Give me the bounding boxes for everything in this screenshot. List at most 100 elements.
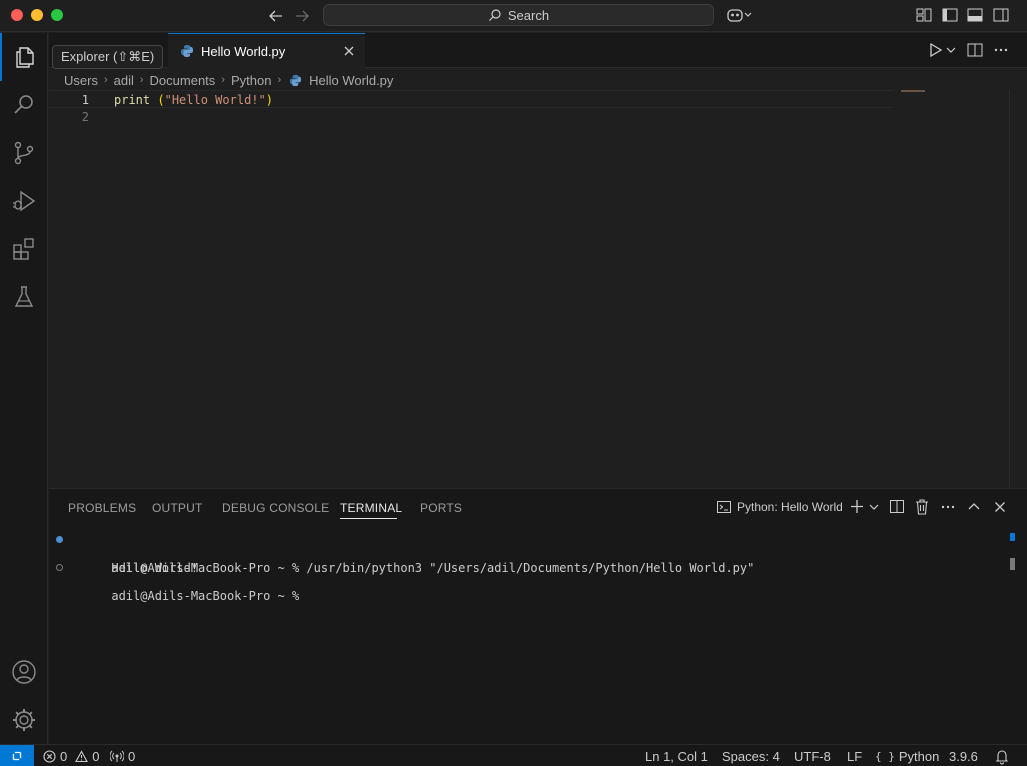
- search-icon: [14, 95, 33, 114]
- code-line: 1 print ("Hello World!"): [49, 90, 894, 108]
- active-tab-indicator: [340, 518, 397, 519]
- python-file-icon: [181, 45, 193, 57]
- more-actions-icon[interactable]: [992, 41, 1010, 59]
- eol-status[interactable]: LF: [847, 747, 862, 765]
- files-icon: [16, 47, 34, 68]
- search-icon: [488, 9, 501, 21]
- source-control-button[interactable]: [0, 129, 48, 177]
- language-label: Python: [898, 748, 940, 764]
- tab-ports[interactable]: PORTS: [420, 501, 462, 515]
- python-interpreter[interactable]: 3.9.6: [949, 747, 978, 765]
- more-actions-icon[interactable]: [940, 497, 956, 517]
- close-icon[interactable]: [341, 43, 357, 59]
- terminal-output[interactable]: adil@Adils-MacBook-Pro ~ % /usr/bin/pyth…: [56, 533, 754, 603]
- editor-scrollbar[interactable]: [1009, 90, 1023, 488]
- terminal-selector[interactable]: Python: Hello World: [716, 497, 843, 517]
- code-text: print ("Hello World!"): [114, 91, 273, 109]
- line-number: 2: [81, 110, 89, 124]
- tab-terminal[interactable]: TERMINAL: [340, 501, 402, 515]
- explorer-button[interactable]: [0, 33, 48, 81]
- run-python-file-icon[interactable]: [926, 41, 944, 59]
- error-icon: [43, 749, 56, 763]
- terminal-line: Hello World!: [68, 547, 754, 575]
- tab-hello-world[interactable]: Hello World.py: [168, 33, 365, 68]
- command-decoration-icon[interactable]: [56, 536, 63, 543]
- minimap[interactable]: [901, 90, 925, 92]
- split-terminal-icon[interactable]: [889, 497, 905, 517]
- editor-tabs-bar: Hello World.py: [49, 33, 1027, 68]
- braces-icon: { }: [875, 749, 895, 763]
- breadcrumb: Users › adil › Documents › Python › Hell…: [64, 70, 393, 90]
- activity-bar: [0, 33, 48, 744]
- chevron-right-icon: ›: [221, 74, 225, 86]
- minimize-window-button[interactable]: [31, 9, 43, 21]
- tab-problems[interactable]: PROBLEMS: [68, 501, 136, 515]
- close-window-button[interactable]: [11, 9, 23, 21]
- error-count: 0: [60, 748, 68, 764]
- terminal-line: adil@Adils-MacBook-Pro ~ %: [56, 561, 754, 603]
- code-token: "Hello World!": [164, 93, 266, 107]
- accounts-button[interactable]: [0, 648, 48, 696]
- toggle-secondary-sidebar-icon[interactable]: [992, 6, 1010, 24]
- code-token: ): [265, 93, 273, 107]
- remote-icon: [12, 751, 22, 761]
- tab-output[interactable]: OUTPUT: [152, 501, 203, 515]
- chevron-up-icon[interactable]: [966, 497, 982, 517]
- copilot-icon[interactable]: [726, 6, 752, 24]
- bell-icon[interactable]: [995, 747, 1009, 765]
- close-icon[interactable]: [992, 497, 1008, 517]
- forwarded-ports-status[interactable]: 0: [110, 747, 135, 765]
- testing-button[interactable]: [0, 273, 48, 321]
- customize-layout-icon[interactable]: [915, 6, 933, 24]
- broadcast-icon: [110, 750, 124, 762]
- warning-icon: [75, 749, 89, 762]
- breadcrumb-item[interactable]: Hello World.py: [309, 73, 393, 88]
- run-and-debug-button[interactable]: [0, 177, 48, 225]
- breadcrumb-item[interactable]: adil: [114, 73, 134, 88]
- code-editor[interactable]: 1 print ("Hello World!") 2: [49, 90, 1027, 488]
- tab-debug-console[interactable]: DEBUG CONSOLE: [222, 501, 329, 515]
- toggle-panel-icon[interactable]: [966, 6, 984, 24]
- chevron-right-icon: ›: [139, 74, 144, 86]
- manage-button[interactable]: [0, 696, 48, 744]
- chevron-down-icon[interactable]: [868, 497, 880, 517]
- source-control-icon: [14, 141, 34, 165]
- title-bar: Search: [0, 0, 1027, 32]
- encoding-status[interactable]: UTF-8: [794, 747, 831, 765]
- maximize-window-button[interactable]: [51, 9, 63, 21]
- breadcrumb-item[interactable]: Documents: [150, 73, 216, 88]
- breadcrumb-item[interactable]: Python: [231, 73, 271, 88]
- code-line: 2: [49, 108, 894, 126]
- run-debug-icon: [13, 190, 36, 212]
- extensions-button[interactable]: [0, 225, 48, 273]
- ports-count: 0: [128, 748, 136, 764]
- terminal-line: adil@Adils-MacBook-Pro ~ % /usr/bin/pyth…: [56, 533, 754, 575]
- search-label: Search: [507, 7, 550, 23]
- terminal-icon: [717, 501, 731, 513]
- trash-icon[interactable]: [914, 497, 930, 517]
- account-icon: [12, 660, 36, 684]
- code-token: (: [157, 93, 165, 107]
- arrow-left-icon[interactable]: [266, 6, 286, 26]
- remote-indicator[interactable]: [0, 745, 34, 766]
- command-center-search[interactable]: Search: [323, 4, 714, 26]
- plus-icon[interactable]: [849, 497, 865, 517]
- command-decoration-icon[interactable]: [56, 564, 63, 571]
- split-editor-icon[interactable]: [966, 41, 984, 59]
- breadcrumb-item[interactable]: Users: [64, 73, 98, 88]
- terminal-line-text: adil@Adils-MacBook-Pro ~ %: [111, 589, 307, 603]
- arrow-right-icon[interactable]: [292, 6, 312, 26]
- chevron-down-icon[interactable]: [945, 41, 957, 59]
- terminal-name: Python: Hello World: [737, 500, 843, 514]
- indentation-status[interactable]: Spaces: 4: [722, 747, 780, 765]
- problems-status[interactable]: 0 0: [43, 747, 99, 765]
- tab-label: Hello World.py: [201, 43, 286, 59]
- toggle-primary-sidebar-icon[interactable]: [941, 6, 959, 24]
- gear-icon: [13, 709, 35, 731]
- search-view-button[interactable]: [0, 81, 48, 129]
- cursor-position[interactable]: Ln 1, Col 1: [645, 747, 708, 765]
- status-bar: 0 0 0 Ln 1, Col 1 Spaces: 4 UTF-8 LF { }…: [0, 744, 1027, 766]
- terminal-scrollbar[interactable]: [1010, 558, 1015, 570]
- language-mode[interactable]: { } Python: [875, 747, 939, 765]
- flask-icon: [14, 286, 34, 307]
